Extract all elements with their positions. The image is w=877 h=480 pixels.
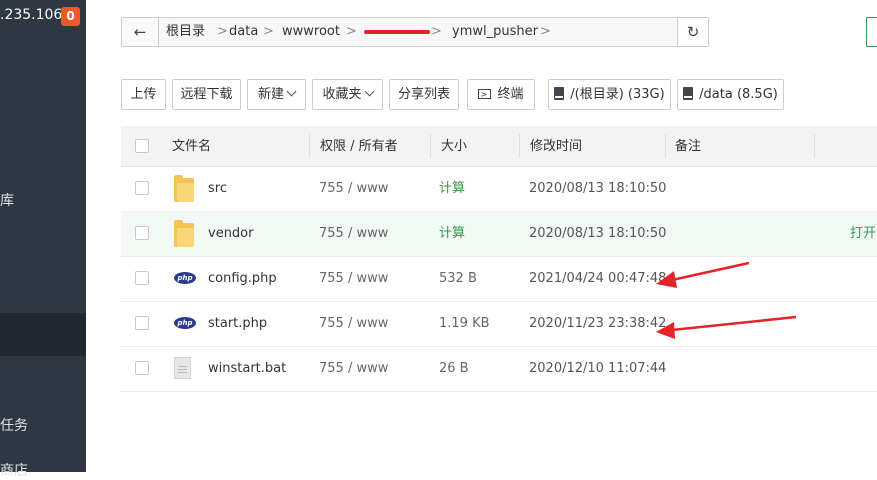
annotation-arrow-1: [656, 261, 750, 288]
annotation-arrows: [656, 261, 797, 339]
annotation-arrow-2: [656, 315, 797, 339]
